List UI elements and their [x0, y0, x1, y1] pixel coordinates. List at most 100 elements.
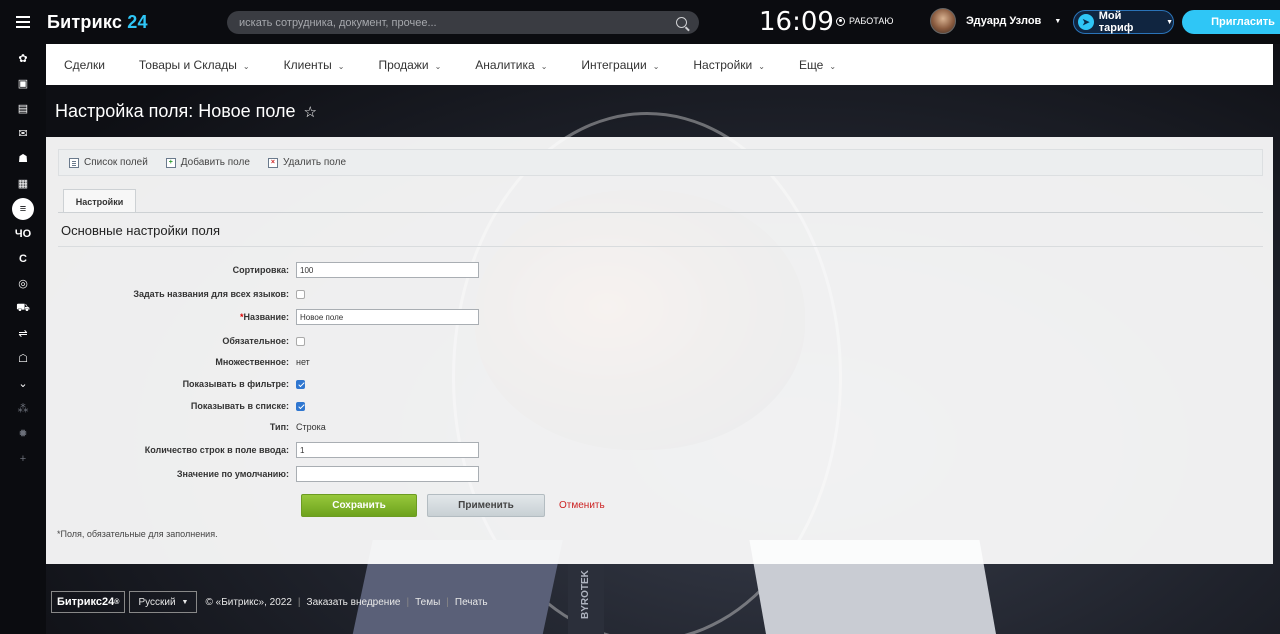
- footer-logo[interactable]: Битрикс24 ®: [51, 591, 126, 613]
- chevron-down-icon: ▼: [181, 598, 189, 606]
- sidebar-item-inbox[interactable]: ▤: [0, 96, 46, 121]
- sidebar-item-mail[interactable]: ✉: [0, 121, 46, 146]
- apply-button[interactable]: Применить: [427, 494, 545, 517]
- delete-icon: ×: [267, 157, 278, 168]
- default-value-row: Значение по умолчанию:: [46, 466, 646, 482]
- toolbar: Список полей + Добавить поле × Удалить пол…: [58, 149, 1263, 176]
- delete-field-button[interactable]: × Удалить поле: [267, 157, 346, 168]
- print-link[interactable]: Печать: [455, 597, 488, 608]
- field-list-button[interactable]: Список полей: [69, 157, 148, 168]
- sidebar-item-cho[interactable]: ЧО: [0, 221, 46, 246]
- required-checkbox[interactable]: [296, 336, 305, 346]
- sidebar-item-target[interactable]: ◎: [0, 271, 46, 296]
- chevron-down-icon: ⌄: [18, 378, 28, 390]
- app-logo[interactable]: Битрикс 24: [47, 12, 148, 33]
- language-select[interactable]: Русский ▼: [129, 591, 198, 613]
- field-list-label: Список полей: [84, 157, 148, 168]
- sidebar-item-apps[interactable]: ✿: [0, 46, 46, 71]
- search-icon[interactable]: [676, 17, 687, 28]
- save-button[interactable]: Сохранить: [301, 494, 417, 517]
- menu-item-label: Сделки: [64, 57, 105, 72]
- show-in-list-checkbox[interactable]: [296, 401, 305, 411]
- order-implementation-link[interactable]: Заказать внедрение: [307, 597, 401, 608]
- sidebar-item-more[interactable]: ⌄: [0, 371, 46, 396]
- menu-item-sales[interactable]: Продажи ⌄: [378, 58, 441, 72]
- target-icon: ◎: [18, 278, 28, 290]
- sort-label: Сортировка:: [232, 265, 289, 275]
- tab-divider: [58, 212, 1263, 213]
- sliders-icon: ⇌: [18, 328, 28, 340]
- sidebar-item-robot[interactable]: ☖: [0, 346, 46, 371]
- menu-item-clients[interactable]: Клиенты ⌄: [284, 58, 345, 72]
- show-in-filter-row: Показывать в фильтре:: [46, 376, 646, 392]
- filter-icon: ≡: [12, 197, 34, 220]
- search-input[interactable]: [239, 16, 676, 29]
- all-languages-label: Задать названия для всех языков:: [133, 289, 289, 299]
- telegram-icon: ➤: [1078, 14, 1094, 30]
- section-divider: [58, 246, 1263, 247]
- sidebar-item-label: ЧО: [14, 227, 32, 240]
- menu-item-integrations[interactable]: Интеграции ⌄: [581, 58, 659, 72]
- show-in-filter-label: Показывать в фильтре:: [182, 379, 289, 389]
- search-bar[interactable]: [227, 11, 699, 34]
- my-plan-button[interactable]: ➤ Мой тариф ▼: [1073, 10, 1174, 34]
- themes-link[interactable]: Темы: [415, 597, 440, 608]
- footer: Битрикс24 ® Русский ▼ © «Битрикс», 2022 | …: [51, 591, 488, 613]
- all-languages-checkbox[interactable]: [296, 289, 305, 299]
- sidebar-item-sliders[interactable]: ⇌: [0, 321, 46, 346]
- invite-label: Пригласить: [1211, 16, 1275, 28]
- menu-item-settings[interactable]: Настройки ⌄: [693, 58, 765, 72]
- name-label-text: Название:: [243, 312, 289, 322]
- sidebar-item-settings[interactable]: ✹: [0, 421, 46, 446]
- show-in-list-row: Показывать в списке:: [46, 398, 646, 414]
- chevron-down-icon: ⌄: [434, 61, 442, 71]
- show-in-filter-checkbox[interactable]: [296, 379, 305, 389]
- default-value-input[interactable]: [296, 466, 479, 482]
- cart-icon: ⛟: [16, 301, 30, 314]
- logo-text: Битрикс: [47, 11, 123, 32]
- sidebar-item-cart[interactable]: ⛟: [0, 296, 46, 321]
- section-title: Основные настройки поля: [61, 223, 221, 238]
- menu-item-label: Настройки: [693, 57, 753, 72]
- menu-item-deals[interactable]: Сделки: [64, 58, 105, 72]
- sidebar-item-calendar[interactable]: ▣: [0, 71, 46, 96]
- menu-item-goods[interactable]: Товары и Склады ⌄: [139, 58, 250, 72]
- add-field-button[interactable]: + Добавить поле: [165, 157, 250, 168]
- menu-item-more[interactable]: Еще ⌄: [799, 58, 836, 72]
- apps-icon: ✿: [18, 53, 28, 65]
- calendar-icon: ▣: [17, 78, 29, 90]
- page-title: Настройка поля: Новое поле ☆: [55, 101, 317, 122]
- sidebar-item-add[interactable]: +: [0, 446, 46, 471]
- user-menu[interactable]: Эдуард Узлов ▼: [930, 8, 1061, 34]
- divider: |: [297, 596, 301, 608]
- work-status[interactable]: РАБОТАЮ: [836, 16, 894, 26]
- type-row: Тип: Строка: [46, 419, 646, 435]
- invite-button[interactable]: Пригласить▼: [1182, 10, 1280, 34]
- menu-icon[interactable]: [16, 16, 30, 28]
- cancel-link[interactable]: Отменить: [559, 500, 605, 511]
- chevron-down-icon: ⌄: [540, 61, 548, 71]
- document-icon: ▦: [17, 178, 29, 190]
- required-row: Обязательное:: [46, 333, 646, 349]
- clock[interactable]: 16:09: [759, 7, 834, 37]
- star-icon[interactable]: ☆: [304, 103, 317, 121]
- language-label: Русский: [138, 596, 176, 608]
- sidebar-item-document[interactable]: ▦: [0, 171, 46, 196]
- avatar[interactable]: [930, 8, 956, 34]
- menu-item-analytics[interactable]: Аналитика ⌄: [475, 58, 547, 72]
- sidebar-item-filter[interactable]: ≡: [0, 196, 46, 221]
- add-field-label: Добавить поле: [180, 157, 250, 168]
- rows-count-input[interactable]: [296, 442, 479, 458]
- name-row: *Название:: [46, 309, 646, 325]
- chevron-down-icon: ▼: [1166, 18, 1173, 26]
- sidebar-item-s[interactable]: С: [0, 246, 46, 271]
- divider: |: [446, 596, 449, 608]
- default-value-label: Значение по умолчанию:: [176, 469, 289, 479]
- tab-settings[interactable]: Настройки: [63, 189, 136, 213]
- sitemap-icon: ⁂: [17, 403, 29, 415]
- name-input[interactable]: [296, 309, 479, 325]
- name-label: *Название:: [46, 312, 296, 322]
- sort-input[interactable]: [296, 262, 479, 278]
- sidebar-item-sitemap[interactable]: ⁂: [0, 396, 46, 421]
- sidebar-item-team[interactable]: ☗: [0, 146, 46, 171]
